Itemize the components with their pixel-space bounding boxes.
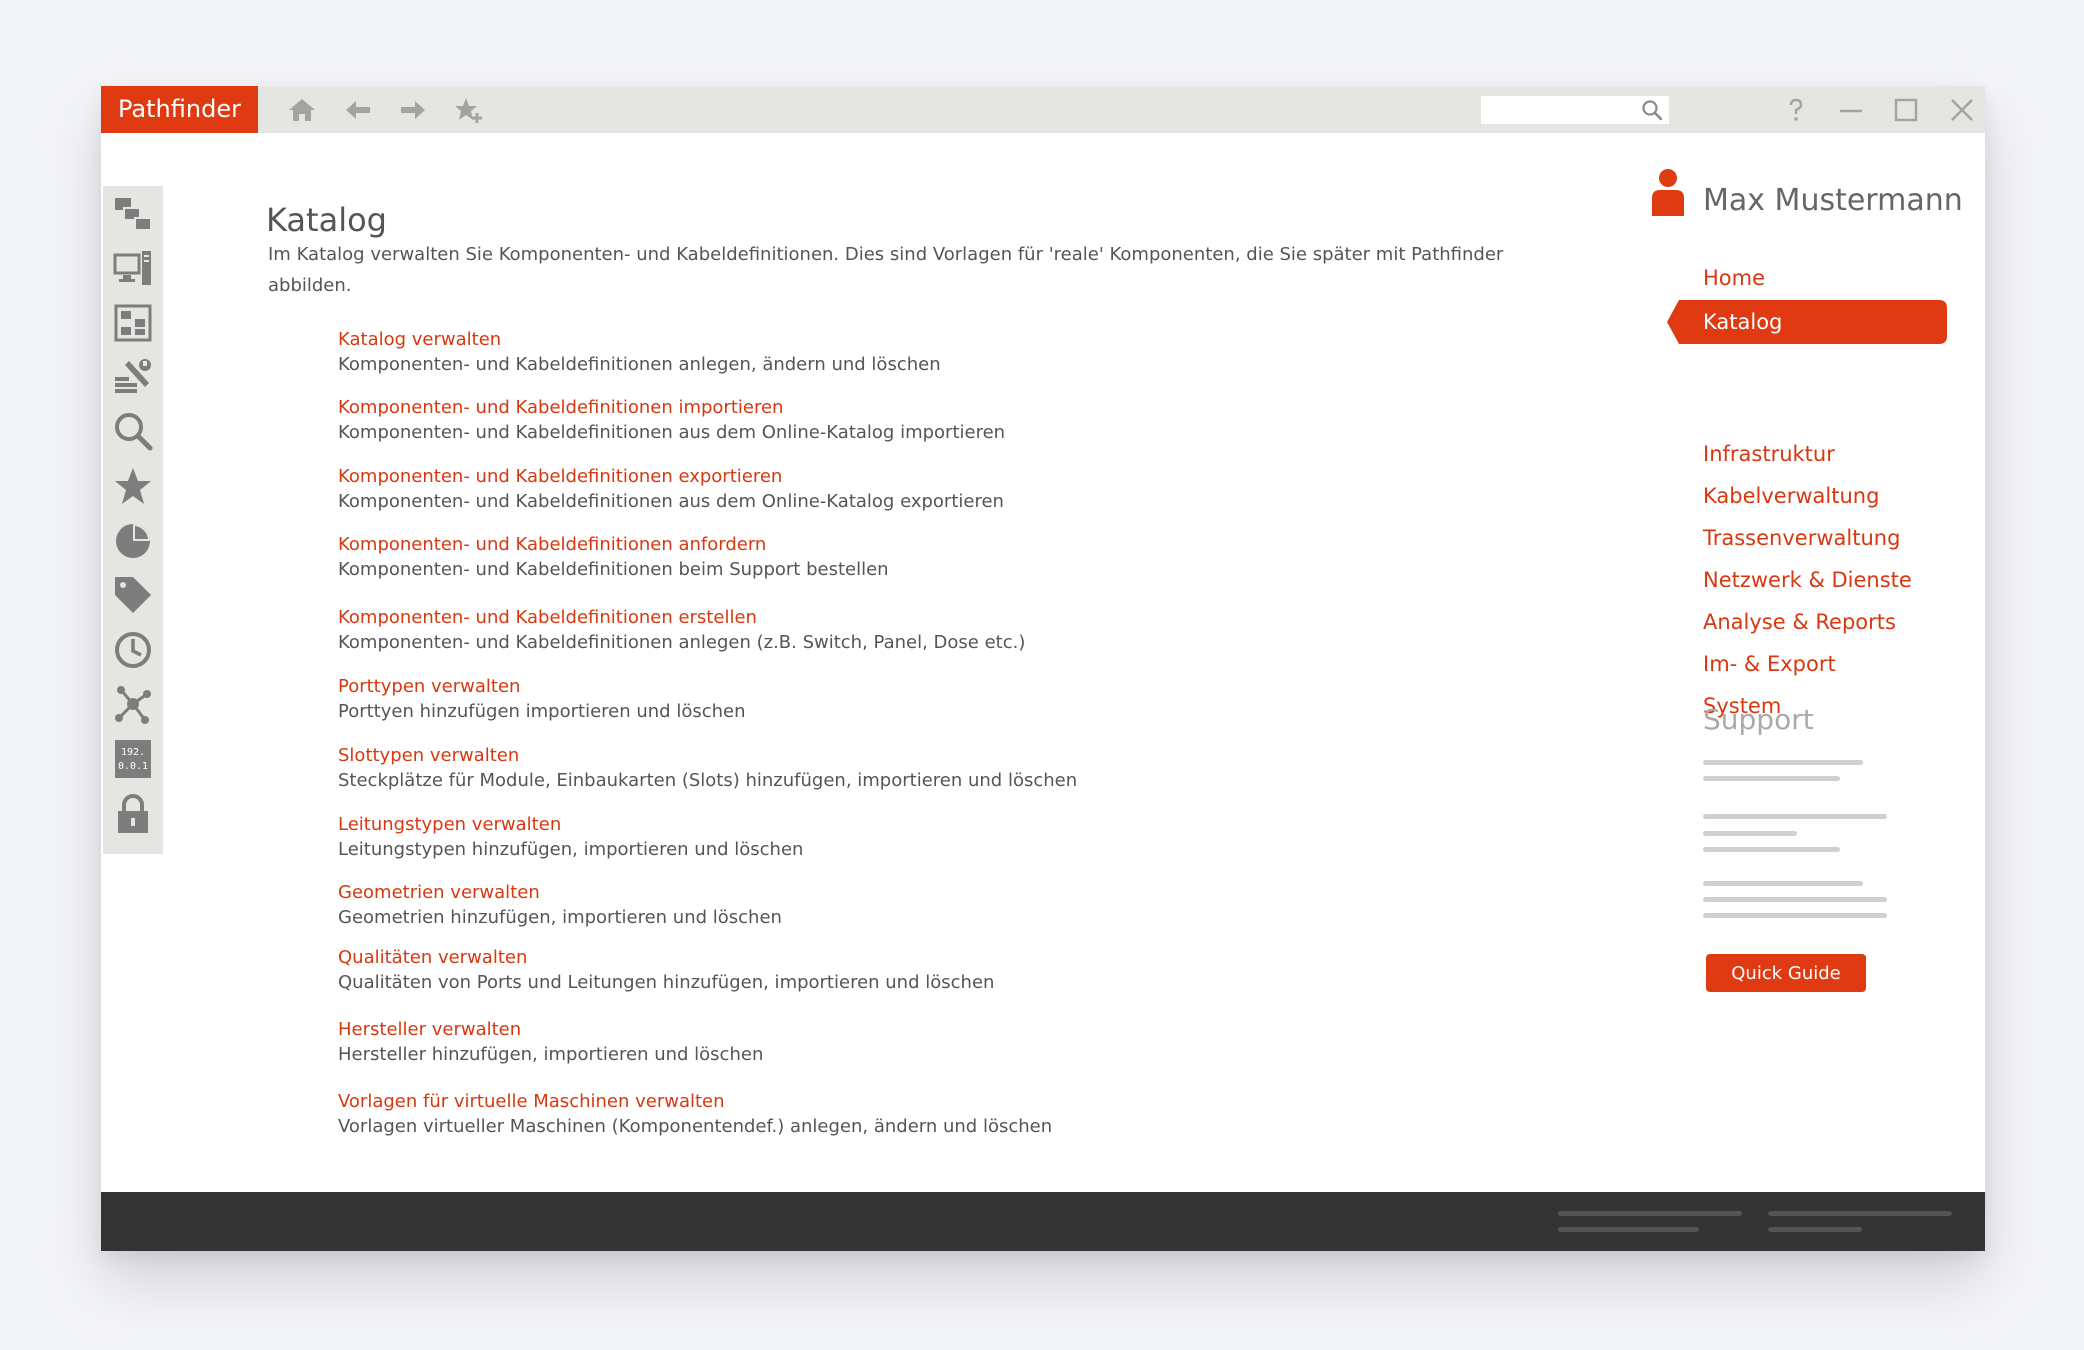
catalog-entry: Komponenten- und Kabeldefinitionen erste… <box>338 606 1538 656</box>
ip-address-icon[interactable]: 192. 0.0.1 <box>111 737 155 781</box>
entry-description: Komponenten- und Kabeldefinitionen aus d… <box>338 491 1004 512</box>
placeholder-line <box>1703 897 1887 902</box>
home-icon[interactable] <box>287 95 317 125</box>
nav-item-katalog[interactable]: Katalog <box>1667 300 1947 344</box>
entry-link[interactable]: Geometrien verwalten <box>338 881 1538 905</box>
devices-icon[interactable] <box>111 247 155 291</box>
page-title: Katalog <box>266 201 387 240</box>
nav-item-label: Katalog <box>1703 310 1783 334</box>
star-icon[interactable] <box>111 464 155 508</box>
maximize-icon[interactable] <box>1891 95 1921 125</box>
entry-description: Komponenten- und Kabeldefinitionen anleg… <box>338 632 1026 653</box>
catalog-entry: Geometrien verwalten Geometrien hinzufüg… <box>338 881 1538 931</box>
catalog-entry: Porttypen verwalten Porttyen hinzufügen … <box>338 675 1538 725</box>
app-window: Pathfinder 192. 0.0.1 Katalog Im Katalog… <box>101 86 1985 1251</box>
intro-text: Im Katalog verwalten Sie Komponenten- un… <box>268 244 1504 296</box>
search-icon[interactable] <box>111 409 155 453</box>
entry-link[interactable]: Leitungstypen verwalten <box>338 813 1538 837</box>
clock-icon[interactable] <box>111 628 155 672</box>
arrow-left-icon[interactable] <box>343 95 373 125</box>
entry-link[interactable]: Porttypen verwalten <box>338 675 1538 699</box>
placeholder-line <box>1703 776 1840 781</box>
title-bar: Pathfinder <box>101 86 1985 133</box>
app-brand[interactable]: Pathfinder <box>101 86 258 133</box>
user-icon[interactable] <box>1649 168 1687 216</box>
close-icon[interactable] <box>1947 95 1977 125</box>
entry-link[interactable]: Komponenten- und Kabeldefinitionen anfor… <box>338 533 1538 557</box>
placeholder-line <box>1703 847 1840 852</box>
footer-line <box>1768 1211 1952 1216</box>
tag-icon[interactable] <box>111 573 155 617</box>
nav-item-analyse-reports[interactable]: Analyse & Reports <box>1703 608 1896 636</box>
help-icon[interactable] <box>1781 95 1811 125</box>
placeholder-line <box>1703 760 1863 765</box>
footer-line <box>1558 1227 1699 1232</box>
catalog-entry: Qualitäten verwalten Qualitäten von Port… <box>338 946 1538 996</box>
catalog-entry: Katalog verwalten Komponenten- und Kabel… <box>338 328 1538 378</box>
entry-link[interactable]: Komponenten- und Kabeldefinitionen expor… <box>338 465 1538 489</box>
placeholder-line <box>1703 831 1797 836</box>
entry-description: Hersteller hinzufügen, importieren und l… <box>338 1044 764 1065</box>
search-icon[interactable] <box>1641 99 1663 121</box>
entry-link[interactable]: Komponenten- und Kabeldefinitionen erste… <box>338 606 1538 630</box>
entry-link[interactable]: Slottypen verwalten <box>338 744 1538 768</box>
minimize-icon[interactable] <box>1836 95 1866 125</box>
catalog-entry: Vorlagen für virtuelle Maschinen verwalt… <box>338 1090 1538 1140</box>
entry-link[interactable]: Vorlagen für virtuelle Maschinen verwalt… <box>338 1090 1538 1114</box>
footer <box>101 1192 1985 1251</box>
arrow-right-icon[interactable] <box>398 95 428 125</box>
catalog-entry: Slottypen verwalten Steckplätze für Modu… <box>338 744 1538 794</box>
nav-item-infrastruktur[interactable]: Infrastruktur <box>1703 440 1835 468</box>
entry-description: Qualitäten von Ports und Leitungen hinzu… <box>338 972 995 993</box>
star-plus-icon[interactable] <box>454 95 484 125</box>
rack-layout-icon[interactable] <box>111 301 155 345</box>
entry-description: Komponenten- und Kabeldefinitionen aus d… <box>338 422 1006 443</box>
entry-link[interactable]: Komponenten- und Kabeldefinitionen impor… <box>338 396 1538 420</box>
network-icon[interactable] <box>111 682 155 726</box>
entry-description: Vorlagen virtueller Maschinen (Komponent… <box>338 1116 1053 1137</box>
placeholder-line <box>1703 913 1887 918</box>
nav-item-trassenverwaltung[interactable]: Trassenverwaltung <box>1703 524 1900 552</box>
footer-line <box>1768 1227 1862 1232</box>
entry-description: Porttyen hinzufügen importieren und lösc… <box>338 701 746 722</box>
entry-link[interactable]: Qualitäten verwalten <box>338 946 1538 970</box>
nav-item-im-export[interactable]: Im- & Export <box>1703 650 1836 678</box>
left-icon-bar: 192. 0.0.1 <box>103 186 163 854</box>
nav-item-netzwerk-dienste[interactable]: Netzwerk & Dienste <box>1703 566 1912 594</box>
entry-description: Steckplätze für Module, Einbaukarten (Sl… <box>338 770 1078 791</box>
placeholder-line <box>1703 881 1863 886</box>
nav-item-kabelverwaltung[interactable]: Kabelverwaltung <box>1703 482 1879 510</box>
catalog-components-icon[interactable] <box>111 192 155 236</box>
placeholder-line <box>1703 814 1887 819</box>
entry-description: Leitungstypen hinzufügen, importieren un… <box>338 839 804 860</box>
entry-link[interactable]: Hersteller verwalten <box>338 1018 1538 1042</box>
catalog-entry: Hersteller verwalten Hersteller hinzufüg… <box>338 1018 1538 1068</box>
support-title: Support <box>1703 703 1814 736</box>
footer-line <box>1558 1211 1742 1216</box>
quick-guide-button[interactable]: Quick Guide <box>1706 954 1866 992</box>
catalog-entry: Komponenten- und Kabeldefinitionen anfor… <box>338 533 1538 583</box>
nav-item-home[interactable]: Home <box>1703 264 1765 292</box>
lock-icon[interactable] <box>111 792 155 836</box>
catalog-entry: Komponenten- und Kabeldefinitionen expor… <box>338 465 1538 515</box>
catalog-entry: Komponenten- und Kabeldefinitionen impor… <box>338 396 1538 446</box>
tools-icon[interactable] <box>111 355 155 399</box>
entry-link[interactable]: Katalog verwalten <box>338 328 1538 352</box>
ip-line-2: 0.0.1 <box>118 761 148 772</box>
entry-description: Geometrien hinzufügen, importieren und l… <box>338 907 782 928</box>
catalog-entry: Leitungstypen verwalten Leitungstypen hi… <box>338 813 1538 863</box>
entry-description: Komponenten- und Kabeldefinitionen beim … <box>338 559 889 580</box>
user-name[interactable]: Max Mustermann <box>1703 183 1963 218</box>
ip-line-1: 192. <box>121 747 145 758</box>
pie-chart-icon[interactable] <box>111 519 155 563</box>
entry-description: Komponenten- und Kabeldefinitionen anleg… <box>338 354 941 375</box>
